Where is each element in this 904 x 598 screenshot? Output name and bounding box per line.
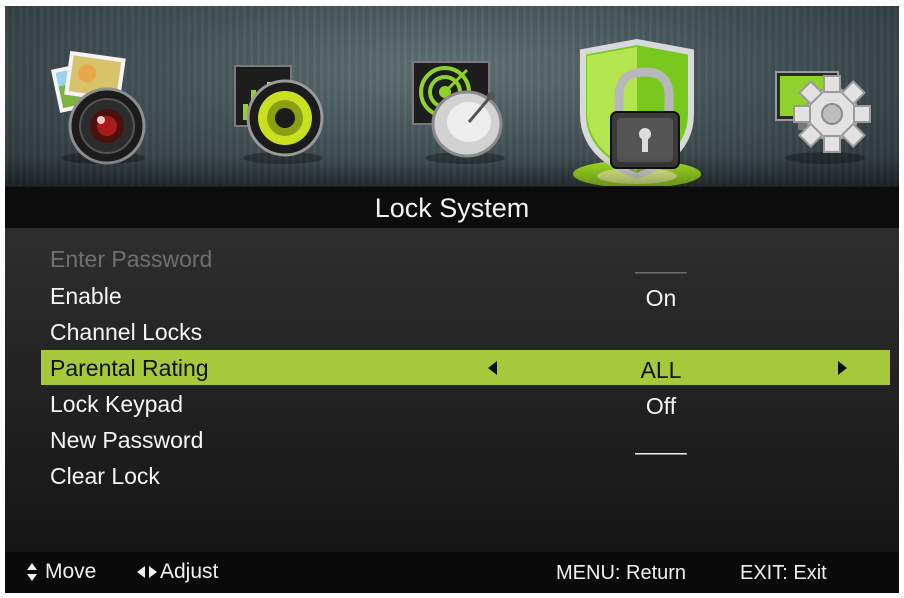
tab-setup[interactable] [770,6,880,186]
tab-picture[interactable] [41,6,161,186]
menu-item-label: Parental Rating [50,355,209,381]
menu-tab-bar [5,6,899,186]
menu-item-parental-rating[interactable]: Parental Rating ALL [41,350,890,385]
menu-item-value: On [645,285,677,311]
lock-system-menu: Enter Password ____ Enable On Channel Lo… [5,228,899,552]
adjust-hint: Adjust [160,560,219,583]
menu-item-new-password[interactable]: New Password ____ [41,422,890,457]
sound-speaker-icon [234,65,324,164]
menu-return-hint: MENU: Return [556,562,687,584]
menu-item-label: Channel Locks [50,319,203,345]
menu-item-label: Clear Lock [50,463,160,489]
adjust-right-arrow-icon[interactable] [838,361,847,375]
menu-item-value: ____ [635,429,687,455]
left-right-arrows-icon [137,566,157,578]
menu-item-enable[interactable]: Enable On [41,278,890,313]
setup-gear-icon [775,71,871,164]
menu-item-label: Enter Password [50,246,213,272]
tab-sound[interactable] [223,6,333,186]
menu-item-value: Off [645,393,677,419]
page-title: Lock System [374,193,530,223]
menu-item-label: Lock Keypad [50,391,183,417]
menu-item-value: ____ [635,248,687,274]
tab-lock[interactable] [565,6,710,186]
menu-item-value: ALL [640,357,682,383]
menu-item-clear-lock[interactable]: Clear Lock [41,458,890,493]
menu-item-lock-keypad[interactable]: Lock Keypad Off [41,386,890,421]
channel-satellite-icon [412,61,505,164]
title-bar: Lock System [5,186,899,229]
up-down-arrows-icon [27,563,37,581]
menu-item-label: New Password [50,427,204,453]
menu-item-enter-password: Enter Password ____ [41,241,890,276]
tab-channel[interactable] [405,6,515,186]
footer-hint-bar: Move Adjust MENU: Return EXIT: Exit [5,552,899,593]
picture-camera-icon [50,50,146,165]
lock-shield-icon [573,38,701,186]
move-hint: Move [45,560,97,583]
exit-hint: EXIT: Exit [740,562,827,584]
tv-osd-screen: Lock System Enter Password ____ Enable O… [5,6,899,593]
adjust-left-arrow-icon[interactable] [488,361,497,375]
menu-item-label: Enable [50,283,122,309]
menu-item-channel-locks[interactable]: Channel Locks [41,314,890,349]
